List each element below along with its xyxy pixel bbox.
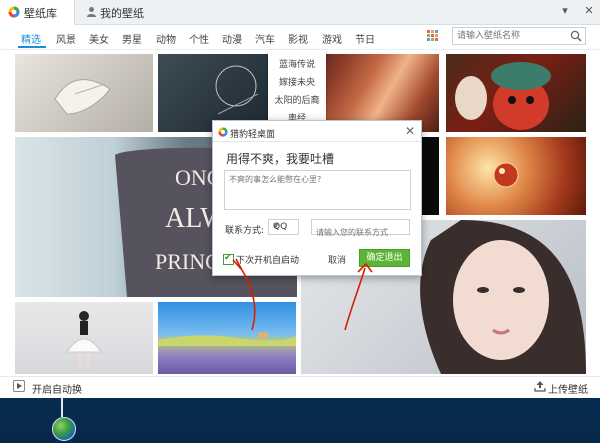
annotation-arrows: [232, 258, 373, 331]
annotation-arrow-confirm: [344, 267, 366, 331]
annotation-arrow-checkbox: [241, 269, 256, 331]
